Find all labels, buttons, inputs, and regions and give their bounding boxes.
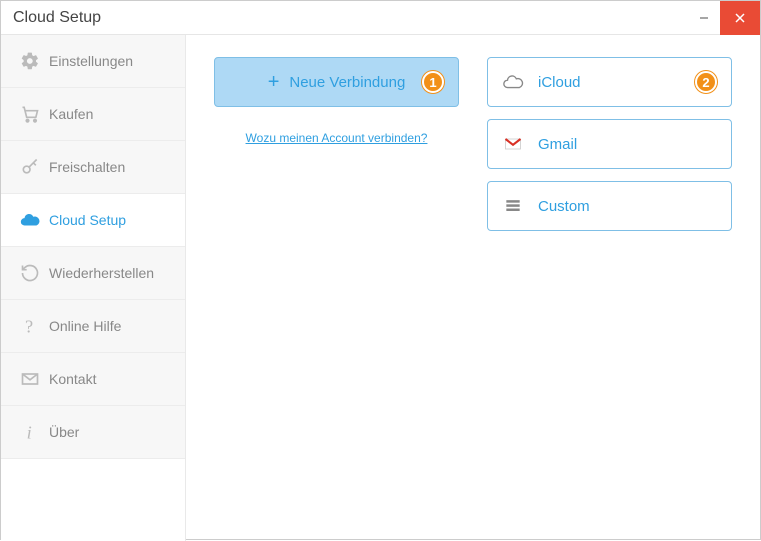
gear-icon: [15, 51, 45, 71]
minimize-button[interactable]: [688, 1, 720, 35]
window-controls: [688, 1, 760, 35]
mail-icon: [15, 369, 45, 389]
cloud-option-label: Gmail: [538, 136, 577, 153]
svg-text:?: ?: [25, 317, 33, 337]
new-connection-label: Neue Verbindung: [289, 74, 405, 91]
content-area: Einstellungen Kaufen Freischalten Cloud …: [1, 35, 760, 541]
help-icon: ?: [15, 314, 45, 338]
cart-icon: [15, 104, 45, 124]
icloud-icon: [502, 71, 524, 93]
close-button[interactable]: [720, 1, 760, 35]
callout-badge-1: 1: [422, 71, 444, 93]
sidebar-item-about[interactable]: i Über: [1, 406, 185, 459]
key-icon: [15, 157, 45, 177]
sidebar-item-settings[interactable]: Einstellungen: [1, 35, 185, 88]
sidebar-item-restore[interactable]: Wiederherstellen: [1, 247, 185, 300]
sidebar-item-buy[interactable]: Kaufen: [1, 88, 185, 141]
sidebar-item-contact[interactable]: Kontakt: [1, 353, 185, 406]
sidebar-item-label: Kaufen: [45, 106, 93, 122]
sidebar-item-label: Über: [45, 424, 79, 440]
info-link-wrapper: Wozu meinen Account verbinden?: [214, 131, 459, 145]
sidebar-item-label: Wiederherstellen: [45, 265, 154, 281]
titlebar: Cloud Setup: [1, 1, 760, 35]
right-column: iCloud 2 Gmail Custom: [487, 57, 732, 519]
cloud-option-gmail[interactable]: Gmail: [487, 119, 732, 169]
info-icon: i: [15, 420, 45, 444]
sidebar-item-help[interactable]: ? Online Hilfe: [1, 300, 185, 353]
callout-badge-2: 2: [695, 71, 717, 93]
new-connection-button[interactable]: + Neue Verbindung 1: [214, 57, 459, 107]
sidebar-item-unlock[interactable]: Freischalten: [1, 141, 185, 194]
cloud-option-label: Custom: [538, 198, 590, 215]
cloud-option-label: iCloud: [538, 74, 581, 91]
gmail-icon: [502, 134, 524, 154]
plus-icon: +: [268, 71, 280, 94]
restore-icon: [15, 263, 45, 283]
left-column: + Neue Verbindung 1 Wozu meinen Account …: [214, 57, 459, 519]
sidebar-item-label: Freischalten: [45, 159, 125, 175]
sidebar-item-label: Cloud Setup: [45, 212, 126, 228]
cloud-icon: [15, 209, 45, 231]
sidebar-item-label: Kontakt: [45, 371, 96, 387]
cloud-option-custom[interactable]: Custom: [487, 181, 732, 231]
svg-text:i: i: [27, 423, 32, 443]
main-panel: + Neue Verbindung 1 Wozu meinen Account …: [186, 35, 760, 541]
sidebar-item-cloud-setup[interactable]: Cloud Setup: [1, 194, 185, 247]
sidebar: Einstellungen Kaufen Freischalten Cloud …: [1, 35, 186, 541]
why-connect-link[interactable]: Wozu meinen Account verbinden?: [246, 131, 428, 145]
window-title: Cloud Setup: [1, 9, 688, 27]
server-icon: [502, 196, 524, 216]
sidebar-item-label: Online Hilfe: [45, 318, 121, 334]
cloud-option-icloud[interactable]: iCloud 2: [487, 57, 732, 107]
sidebar-item-label: Einstellungen: [45, 53, 133, 69]
